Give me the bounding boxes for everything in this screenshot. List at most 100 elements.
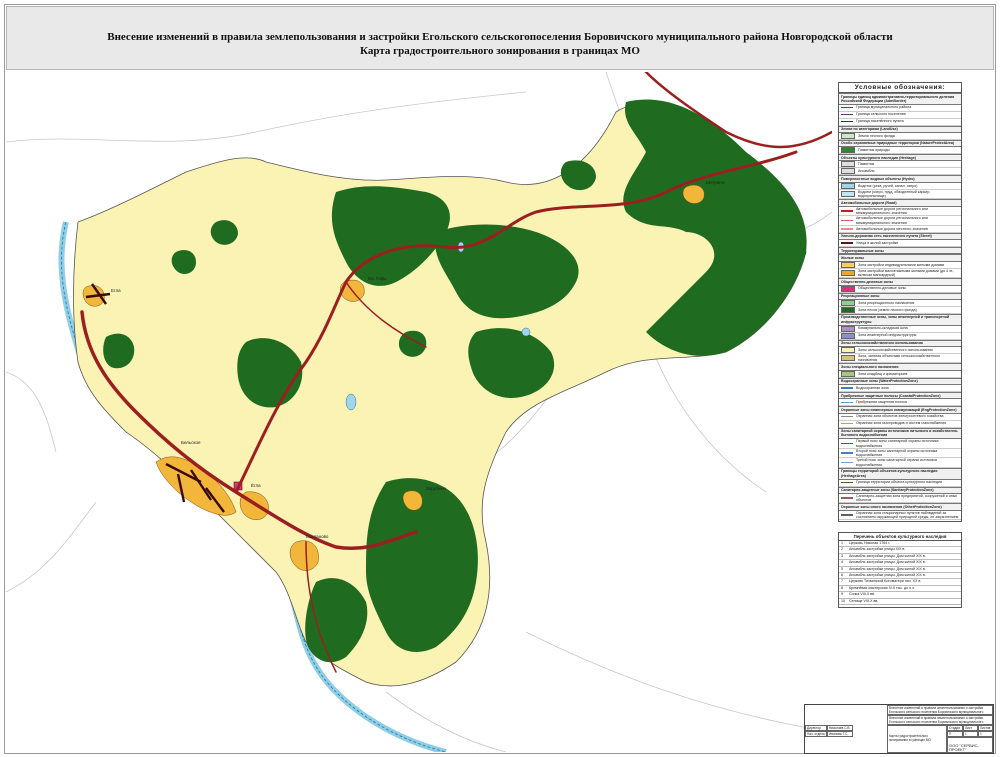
legend-item: Общественно-деловые зоны: [839, 285, 961, 293]
legend-symbol: [841, 481, 853, 484]
legend-item-label: Автомобильные дороги регионального или м…: [856, 206, 928, 215]
heritage-name: Церковь Николая 1764 г.: [849, 541, 891, 545]
legend-item-label: Водоток (река, ручей, канал, озеро): [858, 183, 918, 188]
stamp-role-2: Нач. отдела: [805, 731, 827, 737]
legend-symbol: [841, 182, 855, 189]
legend-symbol: [841, 285, 855, 292]
legend-item-label: Коммунально-складская зона: [858, 326, 908, 331]
legend-item-label: Земли лесного фонда: [858, 133, 895, 138]
legend-symbol: [841, 422, 853, 425]
legend-item: Зона кладбищ и крематориев: [839, 370, 961, 378]
legend-item: Ансамбль: [839, 168, 961, 176]
legend-item-label: Прибрежная защитная полоса: [856, 400, 907, 405]
legend-section-title: Территориальные зоны: [839, 247, 961, 255]
legend-item: Зоны сельскохозяйственного использования: [839, 346, 961, 354]
legend-item: Охранная зона стационарных пунктов наблю…: [839, 511, 961, 521]
legend-section-title: Зоны сельскохозяйственного использования: [839, 339, 961, 347]
legend-symbol: [841, 168, 855, 175]
legend-item-label: Охранная зона объектов электросетевого х…: [856, 414, 944, 419]
heritage-number: 3: [841, 553, 843, 558]
title-stamp: Внесение изменений в правила землепользо…: [804, 704, 994, 754]
legend-item: Второй пояс зоны санитарной охраны источ…: [839, 449, 961, 459]
legend-section-title: Санитарно-защитные зоны (SanitaryProtect…: [839, 486, 961, 494]
heritage-number: 4: [841, 560, 843, 565]
legend-item: Охранная зона объектов электросетевого х…: [839, 414, 961, 421]
legend-title: Условные обозначения:: [839, 83, 961, 93]
heritage-table: Перечень объектов культурного наследия 1…: [838, 532, 962, 608]
legend-symbol: [841, 497, 853, 499]
legend-symbol: [841, 387, 853, 389]
map-subtitle: Карта градостроительного зонирования в г…: [360, 45, 640, 57]
settlement-label: Ёгла: [251, 482, 261, 488]
legend-symbol: [841, 242, 853, 244]
legend-item-label: Охранная зона газопроводов и систем газо…: [856, 421, 947, 426]
heritage-row: 10 Селище VIII-X вв.: [839, 598, 961, 606]
legend-item-label: Граница муниципального района: [856, 105, 912, 110]
stamp-company: ООО "СЕРВИС-ПРОЕКТ": [947, 737, 993, 753]
legend-item-label: Зона лесов (земли лесного фонда): [858, 307, 917, 312]
legend-item-label: Зона, занятая объектами сельскохозяйстве…: [858, 353, 940, 363]
legend-section-title: Поверхностные водные объекты (Hydro): [839, 175, 961, 183]
legend-section-title: Улично-дорожная сеть населенного пункта …: [839, 232, 961, 241]
legend-section-title: Объекты культурного наследия (Heritage): [839, 154, 961, 162]
legend-item: Охранная зона газопроводов и систем газо…: [839, 421, 961, 428]
legend-item-label: Ансамбль: [858, 169, 875, 174]
legend-symbol: [841, 299, 855, 306]
legend-symbol: [841, 191, 855, 198]
legend-item: Граница населённого пункта: [839, 119, 961, 126]
legend-symbol: [841, 452, 853, 454]
legend-section-title: Общественно-деловые зоны: [839, 278, 961, 286]
legend-item: Граница территории объекта культурного н…: [839, 480, 961, 487]
legend-item-label: Зона кладбищ и крематориев: [858, 371, 908, 376]
legend-item-label: Зона рекреационного назначения: [858, 300, 915, 305]
legend-item-label: Третий пояс зоны санитарной охраны источ…: [856, 458, 937, 467]
legend-item: Земли лесного фонда: [839, 132, 961, 140]
legend-body: Границы единиц административно-территори…: [839, 93, 961, 521]
legend-symbol: [841, 210, 853, 212]
legend-item-label: Водоем (озеро, пруд, обводненный карьер,…: [858, 189, 931, 199]
legend-item: Зона, занятая объектами сельскохозяйстве…: [839, 354, 961, 364]
stamp-name-2: Иванова Т.С.: [827, 731, 853, 737]
legend-section-title: Рекреационные зоны: [839, 292, 961, 300]
legend-item-label: Санитарно-защитная зона предприятий, соо…: [856, 493, 958, 503]
legend-section-title: Зоны специального назначения: [839, 363, 961, 371]
legend-section-title: Жилые зоны: [839, 254, 961, 262]
legend-item-label: Граница сельского поселения: [856, 112, 906, 117]
legend-item-label: Охранная зона стационарных пунктов наблю…: [856, 510, 959, 520]
heritage-number: 1: [841, 541, 843, 545]
heritage-name: Селище VIII-X вв.: [849, 598, 879, 603]
legend-symbol: [841, 228, 853, 230]
heritage-number: 10: [841, 598, 845, 603]
legend-item-label: Второй пояс зоны санитарной охраны источ…: [856, 448, 938, 458]
legend-section-title: Зоны санитарной охраны источников питьев…: [839, 427, 961, 440]
legend-item-label: Зоны сельскохозяйственного использования: [858, 347, 933, 352]
settlement-label: Егла: [111, 288, 121, 293]
heritage-number: 9: [841, 592, 843, 597]
legend-item-label: Автомобильные дороги местного значения: [856, 226, 928, 231]
stamp-project-1: Внесение изменений в правила землепользо…: [887, 705, 993, 715]
heritage-number: 6: [841, 573, 843, 578]
heritage-name: Ансамбль застройки улицы. Дом жилой XIX …: [849, 566, 926, 571]
legend-item: Улица в жилой застройке: [839, 240, 961, 248]
heritage-title: Перечень объектов культурного наследия: [839, 533, 961, 541]
legend-item: Автомобильные дороги регионального или м…: [839, 216, 961, 226]
legend-item: Памятник: [839, 161, 961, 169]
title-block: Внесение изменений в правила землепользо…: [6, 6, 994, 70]
heritage-name: Ансамбль застройки улицы. Дом жилой XIX …: [849, 560, 926, 565]
heritage-name: Церковь Тихвинской Богоматери нач. XX в.: [849, 579, 922, 584]
legend-item: Автомобильные дороги местного значения: [839, 226, 961, 233]
legend-section-title: Особо охраняемые природные территории (N…: [839, 139, 961, 148]
settlement-label: Зарубино: [426, 486, 447, 491]
legend-item-label: Улица в жилой застройке: [856, 241, 899, 245]
legend-item: Третий пояс зоны санитарной охраны источ…: [839, 458, 961, 468]
zoning-map[interactable]: Егла Бельское Шегрино Ёгла Бл. Горы Зару…: [6, 72, 832, 752]
legend-item-label: Памятник: [858, 162, 875, 167]
legend-item: Зона инженерной инфраструктуры: [839, 332, 961, 340]
legend-symbol: [841, 514, 853, 516]
legend-item: Водоем (озеро, пруд, обводненный карьер,…: [839, 190, 961, 200]
heritage-number: 2: [841, 547, 843, 552]
heritage-body: 1 Церковь Николая 1764 г. 2 Ансамбль застро…: [839, 541, 961, 606]
legend-symbol: [841, 355, 855, 362]
legend-symbol: [841, 306, 855, 313]
legend-section-title: Охранные зоны иного назначения (OtherPro…: [839, 503, 961, 511]
